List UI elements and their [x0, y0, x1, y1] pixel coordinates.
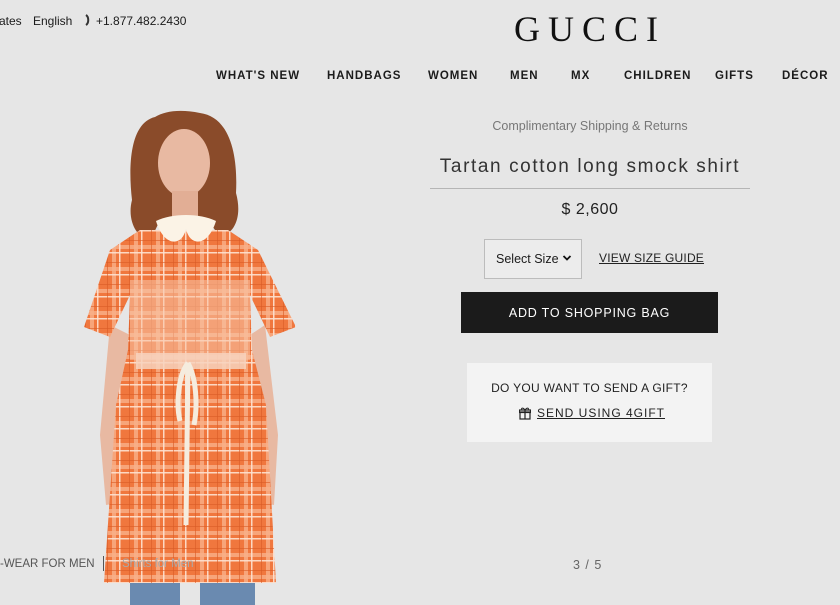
country-selector[interactable]: ates — [0, 14, 22, 28]
gift-question: DO YOU WANT TO SEND A GIFT? — [491, 381, 688, 395]
size-select[interactable]: Select Size — [484, 239, 582, 279]
breadcrumb[interactable]: -WEAR FOR MEN — [0, 558, 95, 570]
product-price: $ 2,600 — [561, 201, 619, 218]
nav-mx[interactable]: MX — [571, 70, 590, 82]
gift-icon — [519, 407, 531, 420]
product-image[interactable] — [60, 105, 360, 605]
add-to-bag-button[interactable]: ADD TO SHOPPING BAG — [461, 292, 718, 333]
language-selector[interactable]: English — [33, 14, 72, 28]
phone-number[interactable]: +1.877.482.2430 — [96, 14, 186, 28]
nav-gifts[interactable]: GIFTS — [715, 70, 754, 82]
gift-panel: DO YOU WANT TO SEND A GIFT? SEND USING 4… — [467, 363, 712, 442]
send-gift-link[interactable]: SEND USING 4GIFT — [519, 406, 665, 420]
size-guide-link[interactable]: VIEW SIZE GUIDE — [599, 251, 704, 265]
size-select-label: Select Size — [496, 252, 559, 266]
phone-icon — [84, 14, 92, 29]
nav-whats-new[interactable]: WHAT'S NEW — [216, 70, 300, 82]
product-title: Tartan cotton long smock shirt — [430, 156, 750, 189]
nav-children[interactable]: CHILDREN — [624, 70, 691, 82]
image-pager: 3 / 5 — [573, 558, 603, 572]
nav-decor[interactable]: DÉCOR — [782, 70, 829, 82]
gucci-logo[interactable]: GUCCI — [498, 8, 682, 50]
chevron-down-icon — [562, 255, 572, 261]
nav-handbags[interactable]: HANDBAGS — [327, 70, 401, 82]
shipping-note: Complimentary Shipping & Returns — [492, 119, 688, 133]
breadcrumb-next[interactable]: Shirts for Men — [122, 558, 194, 570]
nav-men[interactable]: MEN — [510, 70, 539, 82]
nav-women[interactable]: WOMEN — [428, 70, 478, 82]
send-gift-label: SEND USING 4GIFT — [537, 406, 666, 420]
breadcrumb-divider — [103, 556, 104, 571]
